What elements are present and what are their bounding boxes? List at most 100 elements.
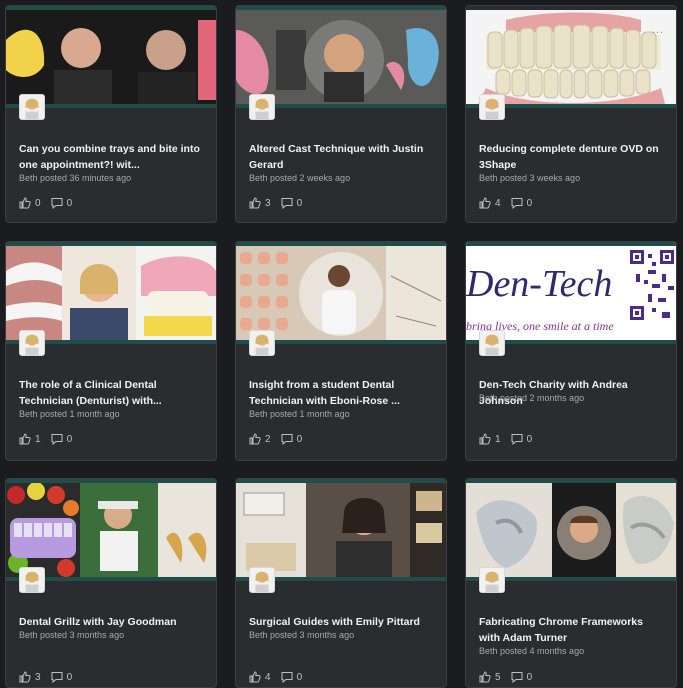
- author-avatar: [19, 567, 45, 593]
- like-button[interactable]: 2: [249, 433, 271, 445]
- comment-button[interactable]: 0: [51, 433, 73, 445]
- comment-icon: [511, 198, 523, 209]
- post-meta: Beth posted 2 weeks ago: [249, 173, 351, 183]
- qr-code: [628, 248, 676, 324]
- comment-icon: [51, 672, 63, 683]
- post-title[interactable]: Insight from a student Dental Technician…: [249, 377, 436, 409]
- thumbs-up-icon: [479, 433, 491, 445]
- thumbs-up-icon: [479, 197, 491, 209]
- comment-icon: [511, 672, 523, 683]
- like-button[interactable]: 1: [19, 433, 41, 445]
- post-title[interactable]: Fabricating Chrome Frameworks with Adam …: [479, 614, 666, 646]
- comment-button[interactable]: 0: [511, 197, 533, 209]
- post-thumbnail[interactable]: [236, 479, 446, 581]
- post-thumbnail[interactable]: [466, 479, 676, 581]
- post-card[interactable]: Surgical Guides with Emily Pittard Beth …: [235, 478, 447, 688]
- comment-button[interactable]: 0: [511, 671, 532, 683]
- post-title[interactable]: The role of a Clinical Dental Technician…: [19, 377, 206, 409]
- like-button[interactable]: 4: [249, 671, 271, 683]
- comment-icon: [281, 672, 293, 683]
- comment-icon: [281, 198, 293, 209]
- thumbs-up-icon: [19, 433, 31, 445]
- post-thumbnail[interactable]: [236, 242, 446, 344]
- post-stats: 3 0: [249, 197, 312, 209]
- like-count: 3: [265, 197, 271, 209]
- like-count: 2: [265, 433, 271, 445]
- post-card[interactable]: Den-Tech bring lives, one smile at a tim…: [465, 241, 677, 461]
- like-button[interactable]: 4: [479, 197, 501, 209]
- post-stats: 4 0: [249, 671, 312, 683]
- comment-button[interactable]: 0: [51, 197, 72, 209]
- comment-icon: [511, 434, 523, 445]
- post-meta: Beth posted 3 weeks ago: [479, 173, 581, 183]
- post-stats: 4 0: [479, 197, 542, 209]
- author-avatar: [479, 567, 505, 593]
- author-avatar: [249, 330, 275, 356]
- like-count: 4: [495, 197, 501, 209]
- more-options-button[interactable]: ...: [652, 24, 664, 36]
- comment-icon: [281, 434, 293, 445]
- post-stats: 1 0: [479, 433, 542, 445]
- thumbs-up-icon: [479, 671, 491, 683]
- like-button[interactable]: 5: [479, 671, 501, 683]
- post-meta: Beth posted 36 minutes ago: [19, 173, 132, 183]
- post-stats: 0 0: [19, 197, 82, 209]
- post-meta: Beth posted 2 months ago: [479, 393, 585, 403]
- post-thumbnail[interactable]: [6, 6, 216, 108]
- post-card[interactable]: The role of a Clinical Dental Technician…: [5, 241, 217, 461]
- post-title[interactable]: Can you combine trays and bite into one …: [19, 141, 206, 173]
- author-avatar: [479, 94, 505, 120]
- like-button[interactable]: 1: [479, 433, 501, 445]
- thumbs-up-icon: [249, 197, 261, 209]
- like-count: 1: [35, 433, 41, 445]
- post-meta: Beth posted 3 months ago: [249, 630, 355, 640]
- post-card[interactable]: Insight from a student Dental Technician…: [235, 241, 447, 461]
- comment-icon: [51, 434, 63, 445]
- post-card[interactable]: Dental Grillz with Jay Goodman Beth post…: [5, 478, 217, 688]
- post-stats: 3 0: [19, 671, 82, 683]
- comment-button[interactable]: 0: [511, 433, 532, 445]
- post-meta: Beth posted 1 month ago: [249, 409, 350, 419]
- den-tech-logo-text: Den-Tech: [466, 263, 612, 305]
- author-avatar: [479, 330, 505, 356]
- comment-count: 0: [66, 433, 73, 445]
- comment-count: 0: [296, 433, 303, 445]
- like-count: 1: [495, 433, 501, 445]
- author-avatar: [249, 567, 275, 593]
- post-card[interactable]: Can you combine trays and bite into one …: [5, 5, 217, 223]
- author-avatar: [19, 330, 45, 356]
- like-count: 5: [495, 671, 501, 683]
- post-thumbnail[interactable]: ...: [466, 6, 676, 108]
- post-title[interactable]: Surgical Guides with Emily Pittard: [249, 614, 436, 630]
- post-thumbnail[interactable]: [236, 6, 446, 108]
- post-card[interactable]: Altered Cast Technique with Justin Gerar…: [235, 5, 447, 223]
- author-avatar: [249, 94, 275, 120]
- comment-count: 0: [66, 671, 73, 683]
- thumbs-up-icon: [249, 433, 261, 445]
- comment-button[interactable]: 0: [51, 671, 73, 683]
- post-stats: 2 0: [249, 433, 312, 445]
- comment-count: 0: [296, 671, 303, 683]
- comment-button[interactable]: 0: [281, 671, 303, 683]
- post-card[interactable]: ... Reducing complete denture OVD on 3Sh…: [465, 5, 677, 223]
- post-title[interactable]: Reducing complete denture OVD on 3Shape: [479, 141, 666, 173]
- like-count: 0: [35, 197, 41, 209]
- comment-count: 0: [526, 197, 533, 209]
- post-card[interactable]: Fabricating Chrome Frameworks with Adam …: [465, 478, 677, 688]
- post-title[interactable]: Altered Cast Technique with Justin Gerar…: [249, 141, 436, 173]
- post-title[interactable]: Dental Grillz with Jay Goodman: [19, 614, 206, 630]
- comment-count: 0: [296, 197, 303, 209]
- comment-button[interactable]: 0: [281, 433, 303, 445]
- like-button[interactable]: 3: [19, 671, 41, 683]
- post-thumbnail[interactable]: [6, 479, 216, 581]
- post-stats: 5 0: [479, 671, 542, 683]
- comment-button[interactable]: 0: [281, 197, 303, 209]
- post-thumbnail[interactable]: [6, 242, 216, 344]
- like-button[interactable]: 3: [249, 197, 271, 209]
- post-meta: Beth posted 1 month ago: [19, 409, 120, 419]
- post-meta: Beth posted 4 months ago: [479, 646, 585, 656]
- like-button[interactable]: 0: [19, 197, 41, 209]
- post-meta: Beth posted 3 months ago: [19, 630, 125, 640]
- comment-icon: [51, 198, 63, 209]
- post-thumbnail[interactable]: Den-Tech bring lives, one smile at a tim…: [466, 242, 676, 344]
